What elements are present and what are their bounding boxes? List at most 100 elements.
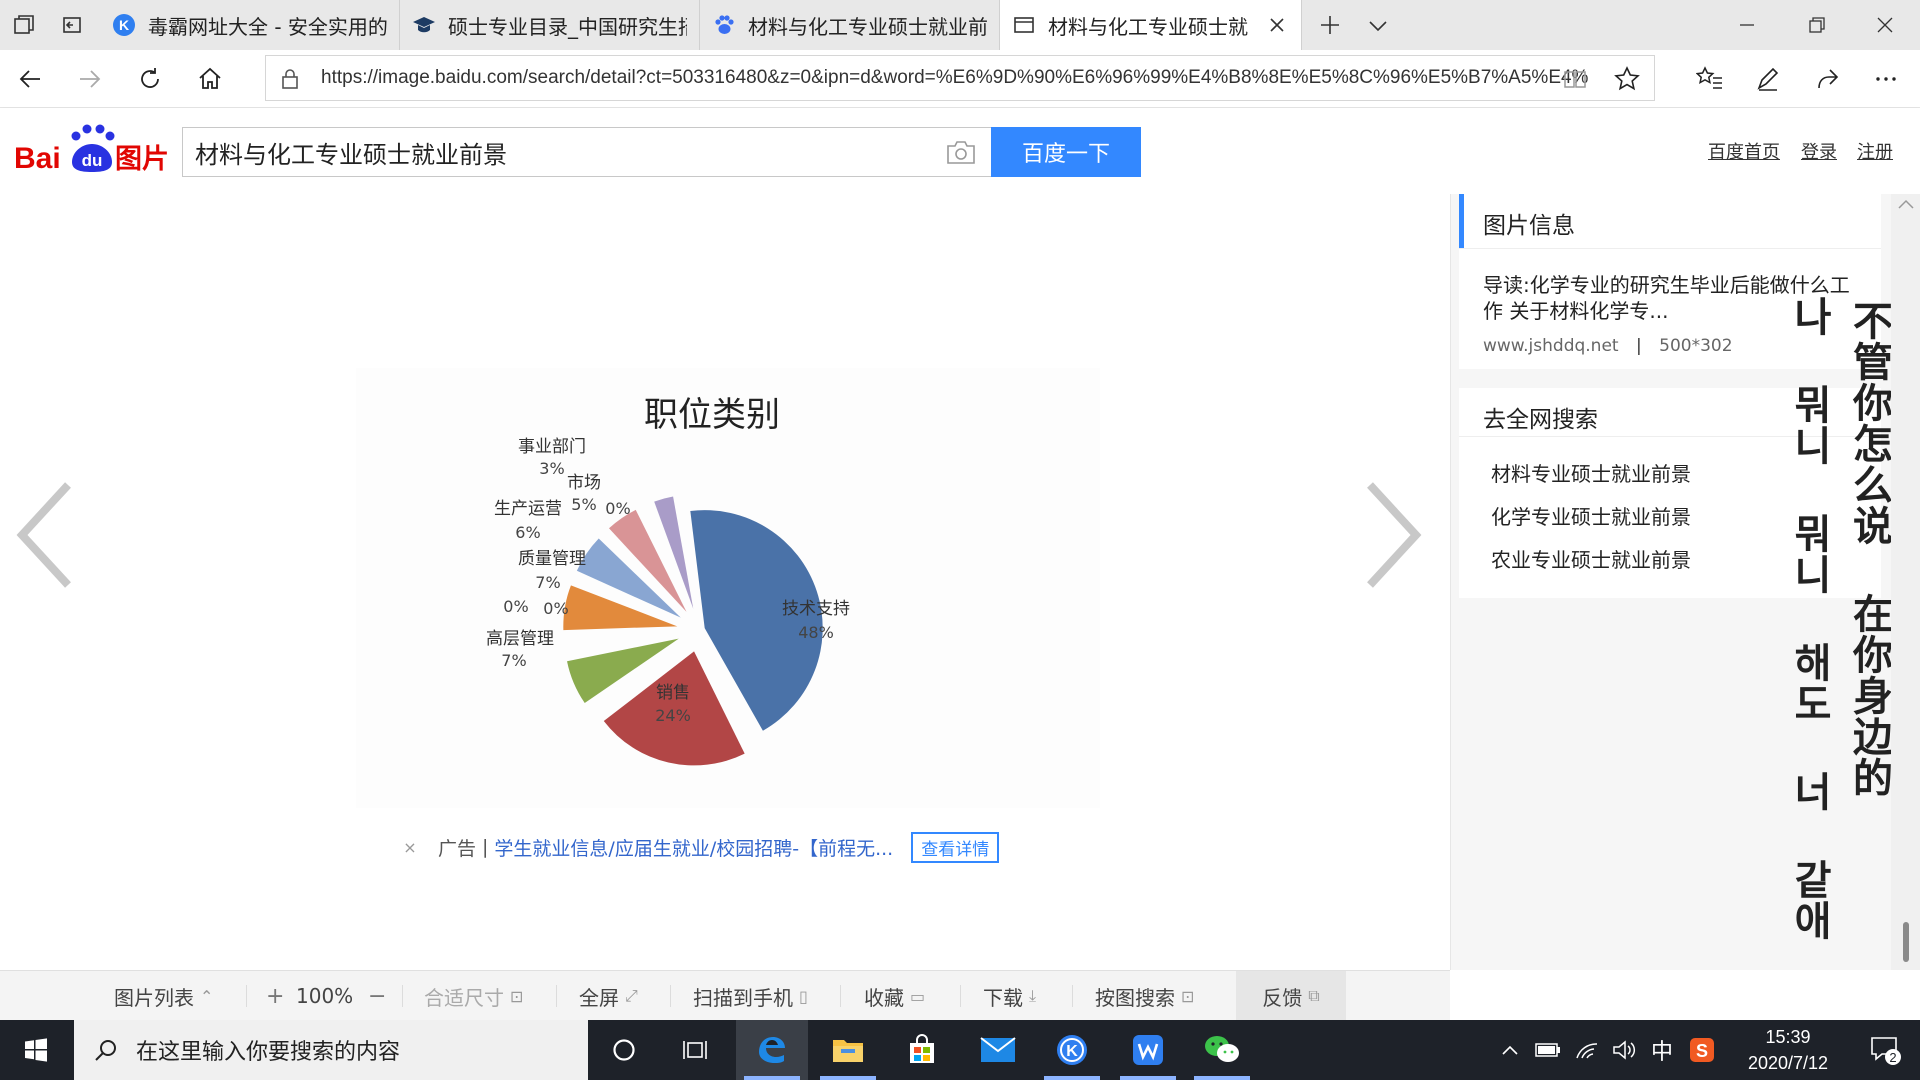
slice-value-label: 0% xyxy=(503,597,528,616)
ad-link[interactable]: 学生就业信息/应届生就业/校园招聘-【前程无... xyxy=(494,834,893,861)
tab-yz-chsi[interactable]: 硕士专业目录_中国研究生招 xyxy=(400,0,700,50)
viewer-toolbar: 图片列表 ⌃ + 100% − 合适尺寸 ⊡ 全屏 ⤢ 扫描到手机 ▯ 收藏 ▭… xyxy=(0,970,1450,1021)
scan-to-phone-button[interactable]: 扫描到手机 ▯ xyxy=(693,971,808,1021)
search-icon xyxy=(94,1038,118,1062)
slice-value-label: 5% xyxy=(571,495,596,514)
register-link[interactable]: 注册 xyxy=(1857,138,1893,164)
edge-browser-icon[interactable] xyxy=(736,1020,808,1080)
more-menu-icon[interactable] xyxy=(1862,56,1910,102)
scroll-thumb[interactable] xyxy=(1903,922,1909,962)
wifi-icon[interactable] xyxy=(1568,1020,1606,1080)
ad-row: × 广告 | 学生就业信息/应届生就业/校园招聘-【前程无... 查看详情 xyxy=(400,831,1000,863)
microsoft-store-icon[interactable] xyxy=(886,1020,958,1080)
ime-indicator[interactable]: 中 xyxy=(1642,1020,1682,1080)
feedback-button[interactable]: 反馈 ⧉ xyxy=(1236,971,1346,1021)
search-input[interactable] xyxy=(195,128,925,176)
url-bar[interactable]: https://image.baidu.com/search/detail?ct… xyxy=(265,55,1655,101)
camera-icon[interactable] xyxy=(946,139,976,165)
fullscreen-button[interactable]: 全屏 ⤢ xyxy=(579,971,638,1021)
divider xyxy=(840,985,841,1007)
image-size: 500*302 xyxy=(1659,336,1733,356)
windows-start-icon[interactable] xyxy=(0,1020,72,1080)
baidu-image-logo[interactable]: Bai du 图片 xyxy=(14,120,174,180)
system-clock[interactable]: 15:39 2020/7/12 xyxy=(1728,1024,1848,1076)
divider xyxy=(1459,248,1881,249)
address-bar-row: https://image.baidu.com/search/detail?ct… xyxy=(0,50,1920,108)
accent-bar xyxy=(1459,194,1464,248)
slice-value-label: 3% xyxy=(539,459,564,478)
tab-title: 材料与化工专业硕士就业前 xyxy=(748,14,987,39)
divider xyxy=(670,985,671,1007)
feedback-icon: ⧉ xyxy=(1308,986,1320,1005)
notes-pen-icon[interactable] xyxy=(1744,56,1792,102)
scroll-up-arrow-icon[interactable] xyxy=(1897,198,1915,210)
slice-label: 生产运营 xyxy=(494,499,562,519)
login-link[interactable]: 登录 xyxy=(1801,138,1837,164)
cortana-icon[interactable] xyxy=(588,1020,660,1080)
url-text[interactable]: https://image.baidu.com/search/detail?ct… xyxy=(321,56,1591,100)
forward-icon[interactable] xyxy=(66,56,114,102)
tab-duba[interactable]: K 毒霸网址大全 - 安全实用的 xyxy=(100,0,400,50)
share-icon[interactable] xyxy=(1804,56,1852,102)
divider xyxy=(556,985,557,1007)
refresh-icon[interactable] xyxy=(126,56,174,102)
close-tab-icon[interactable] xyxy=(1265,13,1289,37)
displayed-image[interactable]: 职位类别 技术支持 48% 销售 24% 高层管理 7% 0% 0% 质量管理 7% 生产运营 6% 市… xyxy=(356,368,1100,808)
zoom-in-button[interactable]: + xyxy=(266,971,284,1021)
close-ad-icon[interactable]: × xyxy=(400,837,420,857)
kingsoft-k-icon[interactable]: K xyxy=(1036,1020,1108,1080)
next-image-arrow-icon[interactable] xyxy=(1360,475,1430,595)
back-icon[interactable] xyxy=(6,56,54,102)
task-view-icon[interactable] xyxy=(660,1020,732,1080)
minimize-icon[interactable] xyxy=(1712,0,1782,50)
prev-image-arrow-icon[interactable] xyxy=(8,475,78,595)
tab-actions-icon[interactable] xyxy=(0,0,48,50)
fit-size-button[interactable]: 合适尺寸 ⊡ xyxy=(424,971,523,1021)
taskbar-search-box[interactable]: 在这里输入你要搜索的内容 xyxy=(74,1020,588,1080)
tab-title: 硕士专业目录_中国研究生招 xyxy=(448,14,687,39)
phone-icon: ▯ xyxy=(799,986,808,1006)
tab-current[interactable]: 材料与化工专业硕士就 xyxy=(1000,0,1302,50)
related-search-link[interactable]: 化学专业硕士就业前景 xyxy=(1491,501,1691,530)
tab-baidu-search[interactable]: 材料与化工专业硕士就业前 xyxy=(700,0,1000,50)
sogou-input-icon[interactable]: S xyxy=(1682,1020,1722,1080)
restore-icon[interactable] xyxy=(1782,0,1852,50)
show-hidden-icons-chevron-icon[interactable] xyxy=(1496,1020,1524,1080)
collect-button[interactable]: 收藏 ▭ xyxy=(864,971,925,1021)
volume-icon[interactable] xyxy=(1606,1020,1642,1080)
reading-view-icon[interactable] xyxy=(1563,67,1587,91)
clock-time: 15:39 xyxy=(1765,1027,1811,1047)
home-icon[interactable] xyxy=(186,56,234,102)
download-button[interactable]: 下载 ⤓ xyxy=(983,971,1036,1021)
favorites-hub-icon[interactable] xyxy=(1686,56,1734,102)
svg-text:S: S xyxy=(1696,1041,1708,1061)
baidu-home-link[interactable]: 百度首页 xyxy=(1708,138,1780,164)
image-source[interactable]: www.jshddq.net xyxy=(1483,336,1619,356)
slice-label: 销售 xyxy=(656,683,690,703)
search-button[interactable]: 百度一下 xyxy=(991,127,1141,177)
new-tab-icon[interactable] xyxy=(1306,0,1354,50)
set-aside-tabs-icon[interactable] xyxy=(48,0,96,50)
tab-preview-chevron-icon[interactable] xyxy=(1354,0,1402,50)
search-by-image-button[interactable]: 按图搜索 ⊡ xyxy=(1095,971,1194,1021)
slice-label: 技术支持 xyxy=(782,599,850,619)
fit-size-label: 合适尺寸 xyxy=(424,985,504,1010)
ad-details-button[interactable]: 查看详情 xyxy=(911,831,1000,863)
wechat-icon[interactable] xyxy=(1186,1020,1258,1080)
mail-icon[interactable] xyxy=(962,1020,1034,1080)
kingsoft-k-icon: K xyxy=(112,13,136,37)
wps-office-icon[interactable] xyxy=(1112,1020,1184,1080)
battery-icon[interactable] xyxy=(1528,1020,1568,1080)
zoom-out-button[interactable]: − xyxy=(368,971,386,1021)
sidebar-scrollbar[interactable] xyxy=(1891,194,1920,970)
web-search-title: 去全网搜索 xyxy=(1483,407,1598,433)
pie-chart: 职位类别 技术支持 48% 销售 24% 高层管理 7% 0% 0% 质量管理 7% 生产运营 6% 市… xyxy=(486,395,850,766)
related-search-link[interactable]: 农业专业硕士就业前景 xyxy=(1491,544,1691,573)
favorite-star-icon[interactable] xyxy=(1614,66,1640,92)
file-explorer-icon[interactable] xyxy=(812,1020,884,1080)
action-center-icon[interactable]: 2 xyxy=(1856,1020,1916,1080)
related-search-link[interactable]: 材料专业硕士就业前景 xyxy=(1491,458,1691,487)
image-list-button[interactable]: 图片列表 ⌃ xyxy=(114,971,213,1021)
close-window-icon[interactable] xyxy=(1850,0,1920,50)
divider xyxy=(246,985,247,1007)
